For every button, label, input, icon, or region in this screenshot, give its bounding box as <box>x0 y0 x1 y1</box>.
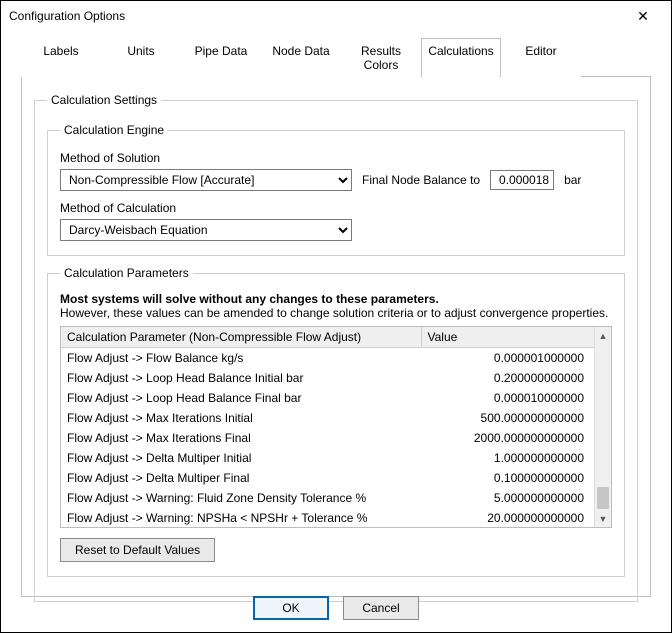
param-name-cell: Flow Adjust -> Delta Multiper Initial <box>61 448 421 468</box>
titlebar: Configuration Options ✕ <box>1 1 671 31</box>
param-name-cell: Flow Adjust -> Loop Head Balance Initial… <box>61 368 421 388</box>
calculation-parameters-legend: Calculation Parameters <box>60 266 193 280</box>
calculation-settings-group: Calculation Settings Calculation Engine … <box>34 93 638 602</box>
table-row[interactable]: Flow Adjust -> Delta Multiper Initial1.0… <box>61 448 594 468</box>
table-row[interactable]: Flow Adjust -> Max Iterations Initial500… <box>61 408 594 428</box>
table-row[interactable]: Flow Adjust -> Delta Multiper Final0.100… <box>61 468 594 488</box>
tab-pipe-data[interactable]: Pipe Data <box>181 38 261 77</box>
table-row[interactable]: Flow Adjust -> Loop Head Balance Initial… <box>61 368 594 388</box>
param-name-cell: Flow Adjust -> Max Iterations Initial <box>61 408 421 428</box>
tab-label: Results Colors <box>361 44 401 72</box>
param-value-cell[interactable]: 500.000000000000 <box>421 408 594 428</box>
scroll-thumb[interactable] <box>597 487 609 509</box>
tab-units[interactable]: Units <box>101 38 181 77</box>
final-node-balance-label: Final Node Balance to <box>362 173 480 187</box>
dialog-footer: OK Cancel <box>1 596 671 620</box>
tab-label: Pipe Data <box>195 44 248 58</box>
param-value-cell[interactable]: 0.000001000000 <box>421 348 594 368</box>
tab-strip: Labels Units Pipe Data Node Data Results… <box>21 37 651 77</box>
calculation-parameters-group: Calculation Parameters Most systems will… <box>47 266 625 577</box>
col-header-value[interactable]: Value <box>421 327 594 348</box>
param-value-cell[interactable]: 0.000010000000 <box>421 388 594 408</box>
param-name-cell: Flow Adjust -> Warning: Fluid Zone Densi… <box>61 488 421 508</box>
param-value-cell[interactable]: 1.000000000000 <box>421 448 594 468</box>
calculation-settings-legend: Calculation Settings <box>47 93 161 107</box>
table-row[interactable]: Flow Adjust -> Warning: Fluid Zone Densi… <box>61 488 594 508</box>
cancel-button[interactable]: Cancel <box>343 596 419 620</box>
reset-to-defaults-button[interactable]: Reset to Default Values <box>60 538 215 562</box>
param-name-cell: Flow Adjust -> Loop Head Balance Final b… <box>61 388 421 408</box>
calculation-engine-legend: Calculation Engine <box>60 123 168 137</box>
params-table-wrap: Calculation Parameter (Non-Compressible … <box>60 326 612 528</box>
tab-calculations[interactable]: Calculations <box>421 38 501 77</box>
calculation-engine-group: Calculation Engine Method of Solution No… <box>47 123 625 256</box>
tab-editor[interactable]: Editor <box>501 38 581 77</box>
method-of-calculation-select[interactable]: Darcy-Weisbach Equation <box>60 219 352 241</box>
tab-labels[interactable]: Labels <box>21 38 101 77</box>
scroll-down-arrow-icon[interactable]: ▼ <box>595 510 611 527</box>
table-row[interactable]: Flow Adjust -> Loop Head Balance Final b… <box>61 388 594 408</box>
params-note-strong: Most systems will solve without any chan… <box>60 292 612 306</box>
tab-results-colors[interactable]: Results Colors <box>341 38 421 77</box>
tab-panel-calculations: Calculation Settings Calculation Engine … <box>21 77 651 597</box>
close-icon: ✕ <box>637 8 649 25</box>
method-of-solution-label: Method of Solution <box>60 151 612 165</box>
tab-node-data[interactable]: Node Data <box>261 38 341 77</box>
col-header-param[interactable]: Calculation Parameter (Non-Compressible … <box>61 327 421 348</box>
param-value-cell[interactable]: 0.200000000000 <box>421 368 594 388</box>
params-note: However, these values can be amended to … <box>60 306 612 320</box>
method-of-calculation-label: Method of Calculation <box>60 201 612 215</box>
params-table: Calculation Parameter (Non-Compressible … <box>61 327 594 527</box>
param-name-cell: Flow Adjust -> Max Iterations Final <box>61 428 421 448</box>
final-node-balance-unit: bar <box>564 173 581 187</box>
param-name-cell: Flow Adjust -> Warning: NPSHa < NPSHr + … <box>61 508 421 528</box>
param-name-cell: Flow Adjust -> Flow Balance kg/s <box>61 348 421 368</box>
table-row[interactable]: Flow Adjust -> Warning: NPSHa < NPSHr + … <box>61 508 594 528</box>
vertical-scrollbar[interactable]: ▲ ▼ <box>594 327 611 527</box>
table-row[interactable]: Flow Adjust -> Max Iterations Final2000.… <box>61 428 594 448</box>
window-title: Configuration Options <box>9 9 125 23</box>
param-value-cell[interactable]: 20.000000000000 <box>421 508 594 528</box>
scroll-up-arrow-icon[interactable]: ▲ <box>595 327 611 344</box>
param-name-cell: Flow Adjust -> Delta Multiper Final <box>61 468 421 488</box>
param-value-cell[interactable]: 2000.000000000000 <box>421 428 594 448</box>
close-button[interactable]: ✕ <box>623 2 663 30</box>
table-row[interactable]: Flow Adjust -> Flow Balance kg/s0.000001… <box>61 348 594 368</box>
param-value-cell[interactable]: 0.100000000000 <box>421 468 594 488</box>
method-of-solution-select[interactable]: Non-Compressible Flow [Accurate] <box>60 169 352 191</box>
tab-label: Calculations <box>428 44 493 58</box>
param-value-cell[interactable]: 5.000000000000 <box>421 488 594 508</box>
ok-button[interactable]: OK <box>253 596 329 620</box>
final-node-balance-input[interactable] <box>490 170 554 190</box>
tab-label: Labels <box>43 44 78 58</box>
tab-label: Node Data <box>272 44 329 58</box>
tab-label: Units <box>127 44 154 58</box>
tab-label: Editor <box>525 44 556 58</box>
